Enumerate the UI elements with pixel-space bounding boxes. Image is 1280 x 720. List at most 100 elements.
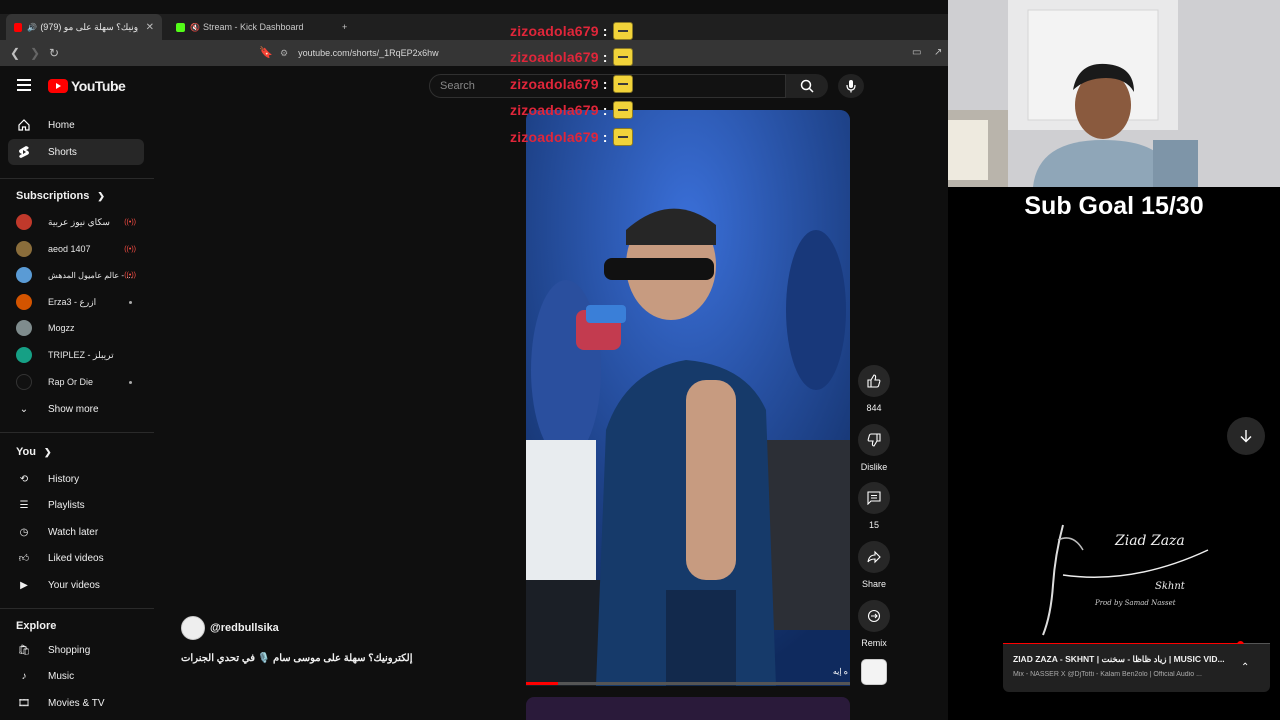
sidebar-item-watch-later[interactable]: ◷ Watch later	[8, 519, 144, 545]
subscriptions-heading[interactable]: Subscriptions ❯	[16, 190, 105, 202]
search-button[interactable]	[786, 74, 828, 98]
channel-avatar	[181, 616, 205, 640]
chevron-up-icon[interactable]: ⌃	[1241, 662, 1249, 673]
sidebar-item-home[interactable]: Home	[8, 112, 144, 138]
emote-icon	[612, 22, 633, 40]
sub-goal-text: Sub Goal 15/30	[1024, 192, 1204, 220]
short-video-player[interactable]: ه إيه	[526, 110, 850, 686]
share-label: Share	[861, 579, 887, 589]
shopping-icon: 🛍︎	[17, 644, 31, 656]
avatar	[16, 294, 32, 310]
next-short-button[interactable]	[1227, 417, 1265, 455]
voice-search-button[interactable]	[838, 74, 864, 98]
playlists-icon: ☰	[19, 499, 29, 511]
remix-button[interactable]	[858, 600, 890, 632]
subscription-item[interactable]: TRIPLEZ - تريبلز	[16, 345, 136, 365]
sidebar-item-label: Home	[48, 119, 75, 131]
microphone-icon	[846, 80, 856, 93]
tab-kick[interactable]: 🔇 Stream - Kick Dashboard	[168, 14, 328, 40]
comments-count: 15	[868, 520, 879, 530]
movies-icon: 🎞︎	[17, 697, 31, 709]
explore-heading-label: Explore	[16, 620, 57, 632]
search-placeholder: Search	[440, 80, 475, 92]
avatar	[16, 241, 32, 257]
home-icon	[17, 118, 31, 132]
sidebar-item-liked-videos[interactable]: 👍︎ Liked videos	[8, 545, 144, 571]
sidebar-item-playlists[interactable]: ☰ Playlists	[8, 492, 144, 518]
music-info-bar: ZIAD ZAZA - SKHNT | زياد ظاظا - سخنت | M…	[1003, 644, 1270, 692]
music-icon: ♪	[21, 670, 27, 682]
remix-label: Remix	[861, 638, 887, 648]
sidebar-item-label: Liked videos	[48, 552, 104, 564]
share-button[interactable]	[858, 541, 890, 573]
share-action: Share	[858, 541, 890, 589]
album-art-subtitle: Skhnt	[1155, 581, 1186, 592]
live-icon: ((•))	[124, 218, 136, 226]
subscription-item[interactable]: Erza3 - ازرع	[16, 292, 136, 312]
you-heading[interactable]: You ❯	[16, 446, 52, 458]
like-button[interactable]	[858, 365, 890, 397]
subscription-label: TRIPLEZ - تريبلز	[48, 349, 114, 360]
youtube-logo[interactable]: YouTube	[48, 78, 126, 94]
sound-thumbnail[interactable]	[861, 659, 887, 685]
divider	[0, 608, 154, 609]
back-icon[interactable]: ❮	[10, 46, 20, 60]
subscription-item[interactable]: aeod 1407 ((•))	[16, 239, 136, 259]
dislike-button[interactable]	[858, 424, 890, 456]
avatar	[16, 320, 32, 336]
divider	[0, 178, 154, 179]
reload-icon[interactable]: ↻	[49, 46, 59, 60]
sidebar: Home Shorts Subscriptions ❯ سكاي نيوز عر…	[0, 106, 154, 720]
thumbs-up-icon	[867, 374, 881, 388]
thumbs-down-icon	[867, 433, 881, 447]
dislike-label: Dislike	[860, 462, 888, 472]
bookmark-icon[interactable]: 🔖	[259, 46, 273, 60]
chat-message: zizoadola679:	[510, 128, 633, 146]
channel-info[interactable]: @redbullsika	[181, 616, 279, 640]
chevron-right-icon: ❯	[97, 190, 105, 201]
avatar	[16, 267, 32, 283]
short-title: إلكترونيك؟ سهلة على موسى سام 🎙️ في تحدي …	[181, 653, 413, 664]
video-progress-bar[interactable]	[526, 682, 850, 685]
tab-bar: 🔊 (979) إلكترونيك؟ سهلة على مو ✕ 🔇 Strea…	[0, 14, 948, 40]
subscription-item[interactable]: Rap Or Die	[16, 372, 136, 392]
album-art-credit: Prod by Samad Nasset	[1094, 599, 1176, 607]
sidebar-item-music[interactable]: ♪ Music	[8, 663, 144, 689]
dislike-action: Dislike	[858, 424, 890, 472]
music-title[interactable]: ZIAD ZAZA - SKHNT | زياد ظاظا - سخنت | M…	[1013, 654, 1228, 665]
new-tab-label: +	[342, 22, 348, 32]
browser-window: 🔊 (979) إلكترونيك؟ سهلة على مو ✕ 🔇 Strea…	[0, 0, 948, 720]
subscription-item[interactable]: Mogzz	[16, 318, 136, 338]
tab-youtube[interactable]: 🔊 (979) إلكترونيك؟ سهلة على مو ✕	[6, 14, 162, 40]
sidebar-item-shopping[interactable]: 🛍︎ Shopping	[8, 637, 144, 663]
site-info-icon[interactable]: ⚙	[280, 48, 288, 59]
logo-text: YouTube	[71, 78, 126, 94]
chat-separator: :	[602, 102, 608, 118]
sidebar-item-label: Watch later	[48, 526, 99, 538]
chat-separator: :	[602, 76, 608, 92]
subscription-item[interactable]: سكاي نيوز عربية ((•))	[16, 212, 136, 232]
close-tab-icon[interactable]: ✕	[146, 22, 154, 33]
divider	[0, 432, 154, 433]
comments-button[interactable]	[858, 482, 890, 514]
forward-icon[interactable]: ❯	[30, 46, 40, 60]
menu-icon[interactable]	[17, 79, 31, 91]
sidebar-item-your-videos[interactable]: ▶ Your videos	[8, 572, 144, 598]
chat-username: zizoadola679	[510, 23, 599, 39]
like-count: 844	[866, 403, 882, 413]
subscription-item[interactable]: عالم عاميول المدهش - ... ((•))	[16, 265, 136, 285]
show-more-button[interactable]: ⌄ Show more	[8, 396, 144, 422]
subscription-label: عالم عاميول المدهش - ...	[48, 270, 133, 280]
next-short-preview[interactable]	[526, 697, 850, 720]
like-action: 844	[858, 365, 890, 413]
new-content-dot	[129, 300, 132, 304]
sidebar-item-shorts[interactable]: Shorts	[8, 139, 144, 165]
sidebar-item-movies-tv[interactable]: 🎞︎ Movies & TV	[8, 690, 144, 716]
remix-action: Remix	[858, 600, 890, 648]
new-tab-button[interactable]: +	[334, 14, 355, 40]
sidebar-item-history[interactable]: ⟲ History	[8, 466, 144, 492]
cast-icon[interactable]: ▭	[912, 46, 921, 60]
channel-name[interactable]: @redbullsika	[210, 622, 279, 634]
share-page-icon[interactable]: ↗	[934, 46, 942, 60]
watch-later-icon: ◷	[19, 526, 29, 538]
